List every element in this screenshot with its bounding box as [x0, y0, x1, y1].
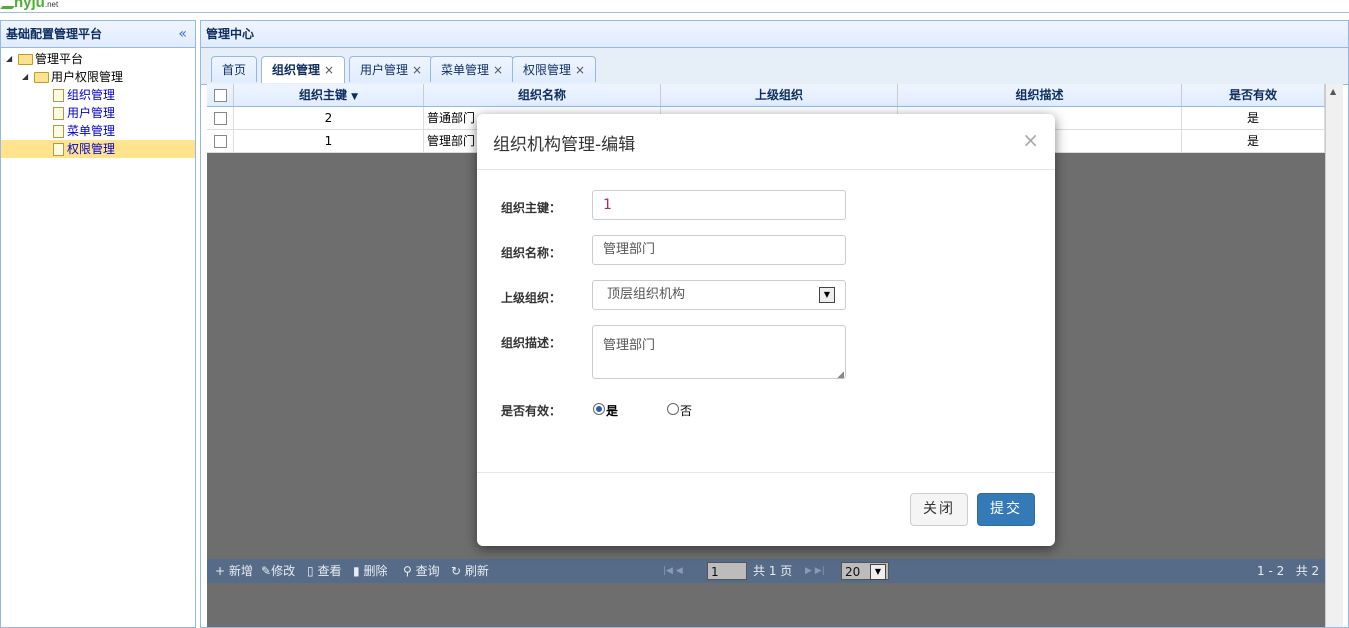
delete-button[interactable]: ▮ 删除: [353, 559, 387, 583]
record-range-text: 1 - 2 共 2: [1257, 564, 1320, 578]
column-header-parent[interactable]: 上级组织: [661, 84, 898, 106]
folder-icon: [18, 54, 33, 65]
pencil-icon: ✎: [261, 564, 272, 578]
folder-icon: [34, 72, 49, 83]
view-button[interactable]: ▯ 查看: [307, 559, 341, 583]
tab-menu[interactable]: 菜单管理 ×: [430, 56, 515, 82]
close-icon[interactable]: ×: [1022, 128, 1039, 152]
file-icon: [53, 125, 64, 138]
valid-no-radio[interactable]: [667, 403, 679, 415]
grid-header: 组织主键 ▼ 组织名称 上级组织 组织描述 是否有效: [207, 84, 1325, 107]
cell-id: 2: [234, 107, 424, 129]
id-label: 组织主键：: [501, 201, 562, 215]
name-label: 组织名称：: [501, 246, 562, 260]
tab-close-icon[interactable]: ×: [575, 63, 585, 77]
collapse-left-icon[interactable]: «: [178, 21, 187, 47]
tab-close-icon[interactable]: ×: [493, 63, 503, 77]
resize-handle-icon[interactable]: ◢: [837, 370, 844, 380]
center-panel-title: 管理中心: [206, 27, 255, 41]
edit-dialog: 组织机构管理-编辑 × 组织主键： 1 组织名称： 管理部门 上级组织： 顶层组…: [477, 114, 1055, 546]
dialog-header: 组织机构管理-编辑 ×: [477, 114, 1055, 170]
column-header-desc[interactable]: 组织描述: [898, 84, 1182, 106]
pager-next-last-icon[interactable]: ▶ ▶|: [805, 559, 825, 583]
expand-arrow-icon[interactable]: ◢: [22, 68, 28, 86]
page-number-input[interactable]: 1: [707, 562, 747, 580]
center-panel-header: 管理中心: [201, 21, 1348, 48]
refresh-icon: ↻: [451, 564, 462, 578]
cell-id: 1: [234, 130, 424, 152]
tab-org[interactable]: 组织管理 ×: [261, 56, 346, 83]
name-field[interactable]: 管理部门: [592, 235, 846, 265]
select-all-cell: [207, 84, 234, 106]
trash-icon: ▮: [353, 564, 360, 578]
pager-first-prev-icon[interactable]: |◀ ◀: [663, 559, 683, 583]
valid-yes-radio[interactable]: [593, 403, 605, 415]
column-header-id[interactable]: 组织主键 ▼: [234, 84, 424, 106]
desc-textarea[interactable]: 管理部门 ◢: [592, 325, 846, 380]
west-panel: 基础配置管理平台 « ◢ 管理平台 ◢ 用户权限管理 组织管理 用户管理 菜单管…: [0, 20, 196, 628]
total-pages-text: 共 1 页: [753, 564, 793, 578]
plus-icon: +: [215, 564, 226, 578]
dialog-footer: 关闭 提交: [477, 472, 1055, 547]
tree-node-user-permission[interactable]: ◢ 用户权限管理: [1, 68, 195, 86]
row-checkbox[interactable]: [213, 135, 227, 148]
sort-desc-icon: ▼: [351, 92, 359, 102]
document-icon: ▯: [307, 564, 314, 578]
scroll-up-icon[interactable]: ▲: [1330, 87, 1336, 96]
row-checkbox[interactable]: [213, 112, 227, 125]
add-button[interactable]: + 新增: [215, 559, 253, 583]
file-icon: [53, 143, 64, 156]
desc-label: 组织描述：: [501, 336, 562, 350]
tree-node-platform[interactable]: ◢ 管理平台: [1, 50, 195, 68]
expand-arrow-icon[interactable]: ◢: [6, 50, 12, 68]
dropdown-arrow-icon[interactable]: ▼: [870, 564, 886, 580]
cell-valid: 是: [1182, 130, 1325, 152]
grid-scrollbar[interactable]: ▲: [1325, 84, 1343, 627]
file-icon: [53, 89, 64, 102]
id-field[interactable]: 1: [592, 190, 846, 220]
select-all-checkbox[interactable]: [213, 89, 227, 102]
column-header-name[interactable]: 组织名称: [424, 84, 661, 106]
edit-button[interactable]: ✎修改: [261, 559, 295, 583]
tree-node-permission[interactable]: 权限管理: [1, 140, 195, 158]
nav-tree: ◢ 管理平台 ◢ 用户权限管理 组织管理 用户管理 菜单管理 权限管理: [1, 48, 195, 158]
parent-label: 上级组织：: [501, 291, 562, 305]
query-button[interactable]: ⚲ 查询: [403, 559, 440, 583]
tab-close-icon[interactable]: ×: [324, 63, 334, 77]
valid-no-option[interactable]: 否: [667, 403, 727, 418]
tree-node-org[interactable]: 组织管理: [1, 86, 195, 104]
tab-permission[interactable]: 权限管理 ×: [512, 56, 597, 82]
page-size-select[interactable]: 20 ▼: [841, 562, 889, 580]
tree-node-menu[interactable]: 菜单管理: [1, 122, 195, 140]
top-bar: nyju.net: [0, 0, 1349, 13]
tree-node-user[interactable]: 用户管理: [1, 104, 195, 122]
dialog-title: 组织机构管理-编辑: [493, 135, 636, 155]
close-button[interactable]: 关闭: [910, 493, 968, 526]
tab-close-icon[interactable]: ×: [412, 63, 422, 77]
refresh-button[interactable]: ↻ 刷新: [451, 559, 489, 583]
search-icon: ⚲: [403, 564, 412, 578]
column-header-valid[interactable]: 是否有效: [1182, 84, 1325, 106]
parent-select[interactable]: 顶层组织机构 ▼: [592, 280, 846, 310]
logo: nyju.net: [14, 0, 59, 11]
dropdown-arrow-icon[interactable]: ▼: [819, 287, 835, 303]
grid-toolbar: + 新增 ✎修改 ▯ 查看 ▮ 删除 ⚲ 查询 ↻ 刷新 |◀ ◀ 1 共 1 …: [207, 559, 1325, 583]
valid-label: 是否有效：: [501, 404, 562, 418]
west-panel-title: 基础配置管理平台: [6, 27, 103, 41]
tab-bar: 首页 组织管理 × 用户管理 × 菜单管理 × 权限管理 ×: [201, 48, 1348, 85]
file-icon: [53, 107, 64, 120]
tab-user[interactable]: 用户管理 ×: [349, 56, 434, 82]
tab-home[interactable]: 首页: [211, 56, 258, 82]
submit-button[interactable]: 提交: [977, 493, 1035, 526]
cell-valid: 是: [1182, 107, 1325, 129]
west-panel-header: 基础配置管理平台 «: [1, 21, 195, 48]
